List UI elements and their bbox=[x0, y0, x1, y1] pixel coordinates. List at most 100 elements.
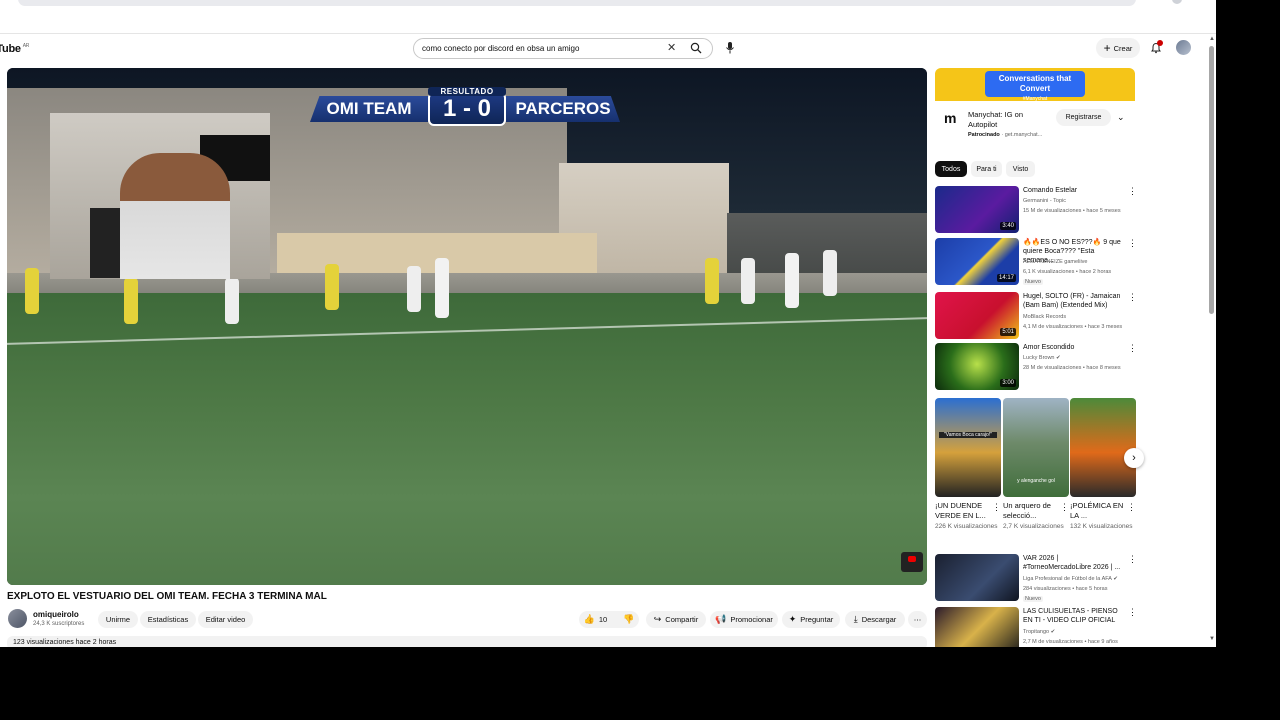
recommendation-meta: 6,1 K visualizaciones • hace 2 horas bbox=[1023, 269, 1112, 275]
create-label: Crear bbox=[1113, 43, 1133, 53]
more-options-icon[interactable]: ⋮ bbox=[1128, 186, 1137, 197]
ad-cta-button[interactable]: Registrarse bbox=[1056, 109, 1111, 126]
sparkle-icon: ✦ bbox=[788, 614, 797, 624]
recommendation-item[interactable]: LAS CULISUELTAS - PIENSO EN TI - VIDEO C… bbox=[935, 607, 1137, 647]
video-thumbnail: 5:01 bbox=[935, 292, 1019, 339]
account-avatar[interactable] bbox=[1176, 40, 1191, 55]
more-options-icon[interactable]: ⋮ bbox=[1060, 502, 1069, 513]
recommendation-item[interactable]: VAR 2026 | #TorneoMercadoLibre 2026 | ..… bbox=[935, 554, 1137, 602]
video-player[interactable]: OMI TEAM 1 - 0 RESULTADO PARCEROS bbox=[7, 68, 927, 585]
ad-title[interactable]: Manychat: IG on Autopilot bbox=[968, 110, 1048, 130]
video-frame-player bbox=[225, 278, 239, 324]
promote-button[interactable]: 📢 Promocionar bbox=[710, 611, 778, 628]
logo-text: uTube bbox=[0, 43, 21, 55]
ad-banner-title: Conversations that Convert bbox=[998, 74, 1072, 93]
recommendation-title: LAS CULISUELTAS - PIENSO EN TI - VIDEO C… bbox=[1023, 608, 1118, 624]
video-title: EXPLOTO EL VESTUARIO DEL OMI TEAM. FECHA… bbox=[7, 591, 327, 602]
chip-for-you[interactable]: Para ti bbox=[971, 161, 1002, 177]
short-title: ¡POLÉMICA EN LA ... bbox=[1070, 501, 1124, 520]
recommendation-item[interactable]: 14:17 🔥🔥ES O NO ES???🔥 9 que quiere Boca… bbox=[935, 238, 1137, 285]
more-actions-button[interactable]: ⋯ bbox=[908, 611, 927, 628]
browser-profile-icon[interactable] bbox=[1172, 0, 1182, 4]
more-options-icon[interactable]: ⋮ bbox=[1127, 502, 1136, 513]
short-item[interactable]: y alenganche gol Un arquero de selecció.… bbox=[1003, 398, 1069, 531]
recommendation-meta: 2,7 M de visualizaciones • hace 9 años bbox=[1023, 639, 1118, 645]
short-caption: "Vamos Boca carajo!" bbox=[939, 432, 997, 438]
short-title: Un arquero de selecció... bbox=[1003, 501, 1051, 520]
channel-avatar[interactable] bbox=[8, 609, 27, 628]
video-frame-player bbox=[785, 253, 799, 308]
more-options-icon[interactable]: ⋮ bbox=[1128, 238, 1137, 249]
stats-button[interactable]: Estadísticas bbox=[140, 611, 196, 628]
short-views: 226 K visualizaciones bbox=[935, 523, 998, 530]
score-label: RESULTADO bbox=[428, 87, 506, 96]
more-options-icon[interactable]: ⋮ bbox=[1128, 292, 1137, 303]
short-item[interactable]: "Vamos Boca carajo!" ¡UN DUENDE VERDE EN… bbox=[935, 398, 1001, 531]
recommendation-meta: 15 M de visualizaciones • hace 5 meses bbox=[1023, 208, 1121, 214]
manychat-logo-icon: m bbox=[944, 110, 957, 126]
more-options-icon[interactable]: ⋮ bbox=[1128, 343, 1137, 354]
like-count[interactable]: 10 bbox=[599, 615, 607, 624]
search-input[interactable] bbox=[422, 42, 658, 55]
recommendation-channel: Germanini - Topic bbox=[1023, 198, 1066, 204]
ask-button[interactable]: ✦ Preguntar bbox=[782, 611, 840, 628]
video-frame-player bbox=[407, 266, 421, 312]
recommendation-item[interactable]: 3:00 Amor Escondido Lucky Brown ✔ 28 M d… bbox=[935, 343, 1137, 390]
recommendation-title: VAR 2026 | #TorneoMercadoLibre 2026 | ..… bbox=[1023, 555, 1121, 571]
new-badge: Nuevo bbox=[1023, 596, 1043, 602]
more-options-icon[interactable]: ⋮ bbox=[1128, 607, 1137, 618]
download-label: Descargar bbox=[861, 615, 897, 624]
video-duration: 5:01 bbox=[1000, 328, 1016, 336]
browser-toolbar bbox=[0, 0, 1216, 34]
youtube-logo[interactable]: uTubeAR bbox=[0, 43, 29, 55]
masthead: uTubeAR ✕ +Crear bbox=[0, 34, 1216, 62]
scrollbar[interactable]: ▲ ▼ bbox=[1207, 34, 1216, 647]
video-frame-player bbox=[435, 258, 449, 318]
channel-name[interactable]: omiqueirolo bbox=[33, 610, 79, 619]
channel-watermark[interactable] bbox=[901, 552, 923, 572]
chip-watched[interactable]: Visto bbox=[1006, 161, 1035, 177]
browser-address-bar[interactable] bbox=[18, 0, 1136, 6]
recommendation-item[interactable]: 5:01 Hugel, SOLTO (FR) - Jamaican (Bam B… bbox=[935, 292, 1137, 339]
recommendation-title: Comando Estelar bbox=[1023, 187, 1078, 194]
ad-banner-bubble: Conversations that Convert #Manychat bbox=[985, 71, 1085, 102]
like-dislike-group: 👍 10 👎 bbox=[579, 611, 639, 628]
notification-badge bbox=[1157, 40, 1163, 46]
video-frame-player bbox=[124, 278, 138, 324]
scroll-down-arrow-icon[interactable]: ▼ bbox=[1209, 636, 1215, 642]
video-frame-player bbox=[25, 268, 39, 314]
scroll-up-arrow-icon[interactable]: ▲ bbox=[1209, 36, 1215, 42]
more-options-icon[interactable]: ⋮ bbox=[1128, 554, 1137, 565]
video-thumbnail: 14:17 bbox=[935, 238, 1019, 285]
megaphone-icon: 📢 bbox=[715, 614, 727, 624]
ad-sponsor-line: Patrocinado · get.manychat... bbox=[968, 132, 1043, 138]
short-title: ¡UN DUENDE VERDE EN L... bbox=[935, 501, 986, 520]
microphone-icon[interactable] bbox=[724, 41, 736, 55]
more-icon: ⋯ bbox=[913, 615, 922, 624]
chip-all[interactable]: Todos bbox=[935, 161, 967, 177]
create-button[interactable]: + Crear bbox=[1096, 38, 1140, 58]
ad-card[interactable]: Conversations that Convert #Manychat m Ma… bbox=[935, 68, 1135, 148]
clear-search-icon[interactable]: ✕ bbox=[667, 41, 676, 54]
edit-video-button[interactable]: Editar video bbox=[198, 611, 253, 628]
chevron-down-icon[interactable]: ⌄ bbox=[1117, 112, 1125, 123]
video-frame-field bbox=[7, 293, 927, 585]
share-button[interactable]: ↪ Compartir bbox=[646, 611, 706, 628]
download-button[interactable]: ⤓ Descargar bbox=[845, 611, 905, 628]
home-score: 1 bbox=[442, 95, 457, 122]
share-label: Compartir bbox=[665, 615, 699, 624]
search-icon[interactable] bbox=[690, 42, 702, 54]
join-button[interactable]: Unirme bbox=[98, 611, 138, 628]
scoreboard: OMI TEAM 1 - 0 RESULTADO PARCEROS bbox=[310, 87, 620, 126]
like-icon[interactable]: 👍 bbox=[584, 614, 595, 625]
short-views: 132 K visualizaciones bbox=[1070, 523, 1133, 530]
more-options-icon[interactable]: ⋮ bbox=[992, 502, 1001, 513]
scrollbar-thumb[interactable] bbox=[1209, 46, 1214, 314]
video-thumbnail: 3:00 bbox=[935, 343, 1019, 390]
video-duration: 3:00 bbox=[1000, 379, 1016, 387]
recommendation-item[interactable]: 3:40 Comando Estelar Germanini - Topic 1… bbox=[935, 186, 1137, 233]
description-box[interactable]: 123 visualizaciones hace 2 horas bbox=[7, 636, 927, 647]
recommendation-channel-name: Lucky Brown bbox=[1023, 355, 1055, 361]
shorts-next-arrow-icon[interactable]: › bbox=[1124, 448, 1144, 468]
dislike-icon[interactable]: 👎 bbox=[623, 614, 634, 625]
